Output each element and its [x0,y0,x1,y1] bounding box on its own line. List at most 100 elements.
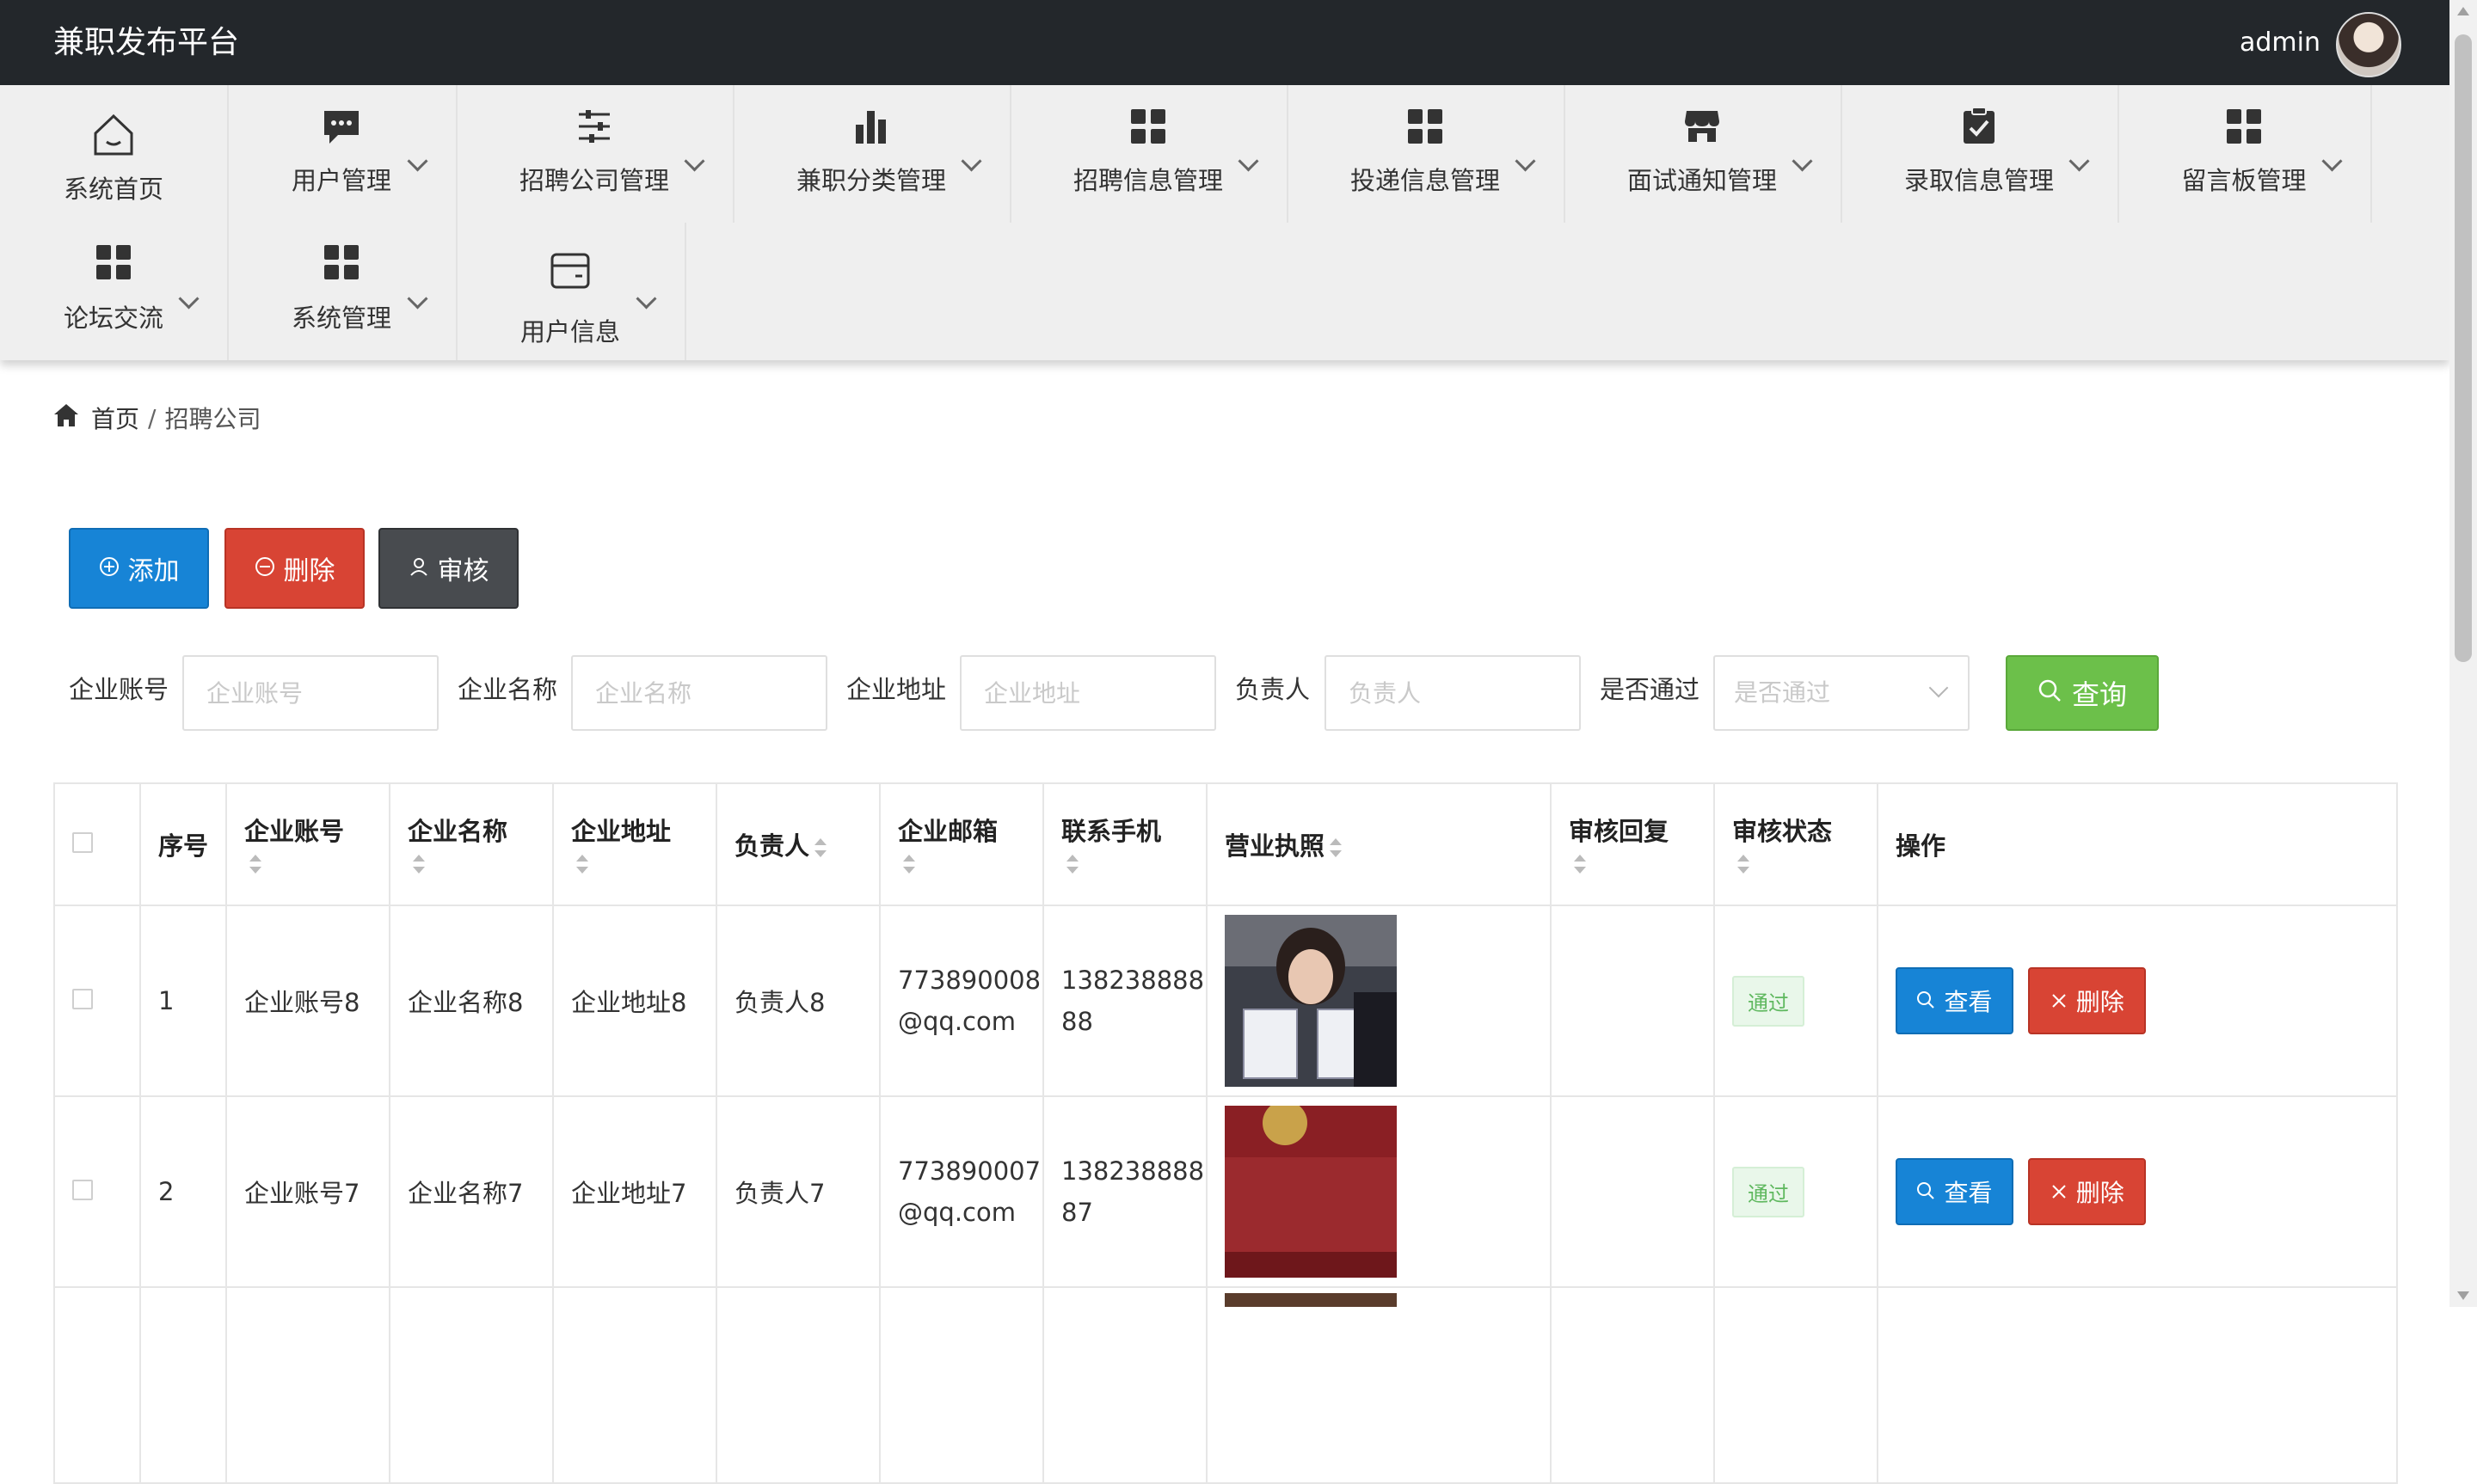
col-address-label: 企业地址 [571,817,672,846]
sliders-icon [456,107,733,149]
pass-select[interactable]: 是否通过 [1713,655,1970,731]
row-checkbox[interactable] [72,1180,93,1200]
col-reply[interactable]: 审核回复 [1550,782,1715,906]
plus-circle-icon [99,554,120,584]
cell-name [389,1286,554,1484]
col-license[interactable]: 营业执照 [1206,782,1552,906]
col-account[interactable]: 企业账号 [225,782,390,906]
col-address[interactable]: 企业地址 [552,782,717,906]
delete-row-button[interactable]: 删除 [2028,967,2147,1034]
manager-input[interactable] [1325,655,1581,731]
cell-phone: 138238888 87 [1042,1095,1208,1288]
table-row: 1 企业账号8 企业名称8 企业地址8 负责人8 773890008 @qq.co… [53,905,2398,1097]
cell-manager: 负责人8 [716,905,881,1097]
sort-icon[interactable] [1737,855,1749,874]
wallet-icon [456,252,685,293]
menu-item-forum[interactable]: 论坛交流 [0,223,229,360]
home-icon [0,113,227,161]
license-image[interactable] [1225,1106,1397,1278]
scroll-thumb[interactable] [2455,34,2472,662]
cell-reply [1550,1095,1715,1288]
cell-status: 通过 [1713,905,1878,1097]
row-checkbox[interactable] [72,989,93,1009]
user-icon [409,554,429,584]
cell-name: 企业名称7 [389,1095,554,1288]
breadcrumb-home[interactable]: 首页 [91,401,139,435]
select-all-checkbox[interactable] [72,832,93,853]
menu-item-users[interactable]: 用户管理 [227,85,458,223]
scroll-down-icon[interactable] [2457,1291,2469,1300]
sort-icon[interactable] [576,855,588,874]
license-image[interactable] [1225,915,1397,1087]
sort-icon[interactable] [1330,838,1343,857]
account-input[interactable] [182,655,439,731]
cell-reply [1550,1286,1715,1484]
avatar[interactable] [2336,12,2401,77]
sort-icon[interactable] [1574,855,1586,874]
col-status[interactable]: 审核状态 [1713,782,1878,906]
close-icon [2050,1178,2068,1206]
col-manager-label: 负责人 [734,831,810,861]
cell-email [879,1286,1044,1484]
delete-button[interactable]: 删除 [224,528,365,609]
menu-item-delivery[interactable]: 投递信息管理 [1287,85,1565,223]
email-line: @qq.com [898,1198,1016,1227]
phone-line: 138238888 [1061,1156,1205,1186]
cell-address [552,1286,717,1484]
sort-icon[interactable] [1066,855,1079,874]
user-name[interactable]: admin [2240,0,2320,85]
col-manager[interactable]: 负责人 [716,782,881,906]
sort-icon[interactable] [903,855,915,874]
menu-item-messages[interactable]: 留言板管理 [2117,85,2372,223]
minus-circle-icon [255,554,275,584]
sort-icon[interactable] [413,855,425,874]
view-label: 查看 [1944,988,1993,1016]
col-name[interactable]: 企业名称 [389,782,554,906]
col-reply-label: 审核回复 [1569,817,1669,846]
query-label: 查询 [2071,678,2127,711]
col-license-label: 营业执照 [1225,831,1325,861]
menu-item-home[interactable]: 系统首页 [0,85,229,223]
menu-item-user-info[interactable]: 用户信息 [456,223,686,360]
menu-item-system[interactable]: 系统管理 [227,223,458,360]
search-icon [1916,987,1935,1015]
col-status-label: 审核状态 [1732,817,1833,846]
page-scrollbar[interactable] [2449,0,2477,1307]
col-phone-label: 联系手机 [1061,817,1162,846]
menu-item-category[interactable]: 兼职分类管理 [733,85,1011,223]
menu-item-admission[interactable]: 录取信息管理 [1841,85,2119,223]
license-image[interactable] [1225,1293,1397,1307]
cell-email: 773890007 @qq.com [879,1095,1044,1288]
cell-account: 企业账号7 [225,1095,390,1288]
col-phone[interactable]: 联系手机 [1042,782,1208,906]
add-label: 添加 [127,556,180,586]
bar-chart-icon [733,107,1010,149]
cell-email: 773890008 @qq.com [879,905,1044,1097]
company-name-input[interactable] [571,655,827,731]
store-icon [1564,107,1841,149]
view-button[interactable]: 查看 [1896,967,2013,1034]
add-button[interactable]: 添加 [69,528,209,609]
cell-ops: 查看 删除 [1877,1095,2398,1288]
delete-row-button[interactable]: 删除 [2028,1158,2147,1225]
col-email[interactable]: 企业邮箱 [879,782,1044,906]
col-index: 序号 [139,782,227,906]
query-button[interactable]: 查询 [2006,655,2159,731]
sort-icon[interactable] [249,855,261,874]
delete-label: 删除 [2075,1179,2124,1207]
col-email-label: 企业邮箱 [898,817,999,846]
chat-icon [227,107,456,149]
scroll-up-icon[interactable] [2457,7,2469,15]
menu-label: 用户信息 [519,317,620,346]
clipboard-check-icon [1841,106,2117,149]
menu-item-jobs[interactable]: 招聘信息管理 [1010,85,1288,223]
audit-button[interactable]: 审核 [378,528,519,609]
view-button[interactable]: 查看 [1896,1158,2013,1225]
menu-item-interview[interactable]: 面试通知管理 [1564,85,1842,223]
sort-icon[interactable] [814,838,827,857]
cell-name: 企业名称8 [389,905,554,1097]
company-address-input[interactable] [960,655,1216,731]
cell-license [1206,1095,1552,1288]
menu-item-company[interactable]: 招聘公司管理 [456,85,734,223]
breadcrumb: 首页 / 招聘公司 [53,401,261,435]
